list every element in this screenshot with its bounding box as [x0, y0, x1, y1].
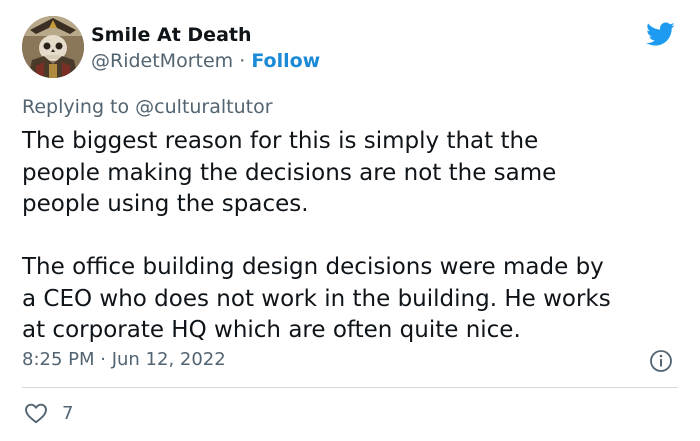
display-name[interactable]: Smile At Death: [91, 23, 252, 47]
like-count: 7: [62, 402, 74, 424]
tweet-timestamp[interactable]: 8:25 PM · Jun 12, 2022: [22, 348, 226, 372]
heart-icon: [25, 403, 47, 424]
tweet-text: The biggest reason for this is simply th…: [22, 126, 692, 347]
twitter-bird-icon[interactable]: [643, 19, 677, 49]
reply-mention-link[interactable]: @culturaltutor: [135, 96, 272, 118]
tweet-paragraph: The office building design decisions wer…: [22, 254, 611, 343]
avatar[interactable]: [22, 16, 84, 78]
reply-prefix: Replying to: [22, 96, 130, 118]
info-icon[interactable]: [649, 349, 673, 373]
user-handle[interactable]: @RidetMortem: [91, 50, 233, 72]
tweet-paragraph: The biggest reason for this is simply th…: [22, 128, 557, 217]
tweet-card: Smile At Death @RidetMortem · Follow Rep…: [0, 0, 700, 441]
follow-button[interactable]: Follow: [251, 50, 320, 72]
handle-line: @RidetMortem · Follow: [91, 49, 320, 73]
reply-context: Replying to @culturaltutor: [22, 95, 273, 119]
like-button[interactable]: 7: [24, 400, 73, 426]
divider: [22, 387, 678, 388]
handle-separator: ·: [239, 50, 246, 72]
